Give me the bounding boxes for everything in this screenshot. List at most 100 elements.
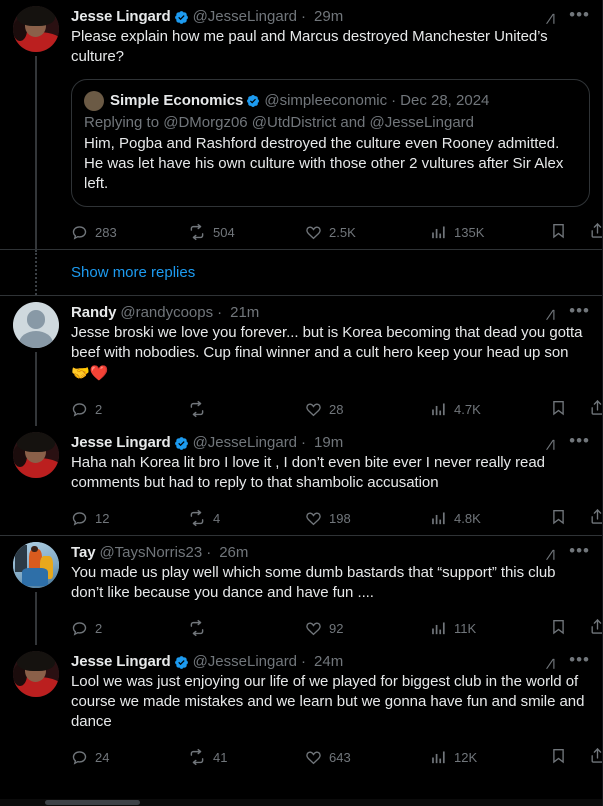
- avatar[interactable]: [13, 542, 59, 588]
- bookmark-icon: [553, 401, 564, 416]
- reply-button[interactable]: 24: [71, 749, 188, 766]
- bookmark-button[interactable]: [550, 747, 567, 767]
- grok-icon[interactable]: [542, 9, 559, 26]
- reply-button[interactable]: 283: [71, 224, 188, 241]
- like-button[interactable]: 28: [305, 401, 430, 418]
- author-handle[interactable]: @JesseLingard: [193, 7, 297, 27]
- author-handle[interactable]: @TaysNorris23: [99, 543, 202, 563]
- thread-dotted-line: [35, 250, 37, 295]
- views-icon: [430, 749, 447, 766]
- author-handle[interactable]: @randycoops: [120, 303, 213, 323]
- avatar[interactable]: [13, 302, 59, 348]
- retweet-button[interactable]: [188, 400, 305, 418]
- reply-count: 12: [95, 510, 110, 526]
- share-button[interactable]: [589, 508, 602, 528]
- timestamp[interactable]: 29m: [314, 7, 343, 27]
- author-name[interactable]: Randy: [71, 303, 116, 323]
- author-handle[interactable]: @JesseLingard: [193, 652, 297, 672]
- verified-badge-icon: [174, 10, 189, 25]
- reply-count: 283: [95, 224, 117, 240]
- tweet-actions: 24 41 643 12K: [71, 742, 602, 772]
- grok-icon[interactable]: [542, 435, 559, 452]
- avatar-gutter: [13, 432, 59, 533]
- grok-icon[interactable]: [542, 545, 559, 562]
- share-button[interactable]: [589, 747, 602, 767]
- reply-button[interactable]: 2: [71, 401, 188, 418]
- tweet-header: Randy @randycoops · 21m •••: [71, 302, 590, 323]
- horizontal-scrollbar[interactable]: [0, 799, 602, 806]
- thread-gutter: [13, 250, 59, 295]
- author-name[interactable]: Jesse Lingard: [71, 433, 171, 453]
- like-count: 643: [329, 749, 351, 765]
- like-count: 198: [329, 510, 351, 526]
- timestamp[interactable]: 26m: [219, 543, 248, 563]
- show-more-replies-link[interactable]: Show more replies: [71, 264, 195, 281]
- bookmark-icon: [553, 620, 564, 635]
- thread-connector-line: [35, 352, 37, 426]
- bookmark-button[interactable]: [550, 399, 567, 419]
- avatar-gutter: [13, 651, 59, 772]
- retweet-button[interactable]: 41: [188, 748, 305, 766]
- more-options-icon[interactable]: •••: [569, 302, 590, 321]
- timestamp[interactable]: 19m: [314, 433, 343, 453]
- more-options-icon[interactable]: •••: [569, 6, 590, 25]
- thread-connector-line: [35, 56, 37, 249]
- scrollbar-thumb[interactable]: [45, 800, 140, 805]
- reply-button[interactable]: 2: [71, 620, 188, 637]
- like-button[interactable]: 2.5K: [305, 224, 430, 241]
- author-name[interactable]: Jesse Lingard: [71, 652, 171, 672]
- more-options-icon[interactable]: •••: [569, 651, 590, 670]
- share-button[interactable]: [589, 618, 602, 638]
- avatar[interactable]: [13, 6, 59, 52]
- share-button[interactable]: [589, 222, 602, 242]
- verified-badge-icon: [174, 655, 189, 670]
- grok-icon[interactable]: [542, 305, 559, 322]
- tweet-item[interactable]: Jesse Lingard @JesseLingard · 24m ••• Lo…: [0, 645, 602, 774]
- timestamp[interactable]: 24m: [314, 652, 343, 672]
- views-button[interactable]: 4.7K: [430, 401, 550, 418]
- quoted-author-name[interactable]: Simple Economics: [110, 92, 243, 110]
- retweet-icon: [188, 223, 206, 241]
- default-avatar: [13, 302, 59, 348]
- tweet-item[interactable]: Jesse Lingard @JesseLingard · 29m ••• Pl…: [0, 0, 602, 249]
- views-button[interactable]: 4.8K: [430, 510, 550, 527]
- retweet-count: 4: [213, 510, 221, 526]
- bookmark-button[interactable]: [550, 222, 567, 242]
- retweet-button[interactable]: 504: [188, 223, 305, 241]
- author-name[interactable]: Jesse Lingard: [71, 7, 171, 27]
- quoted-tweet-text: Him, Pogba and Rashford destroyed the cu…: [84, 135, 568, 192]
- timestamp[interactable]: 21m: [230, 303, 259, 323]
- like-button[interactable]: 643: [305, 749, 430, 766]
- like-button[interactable]: 92: [305, 620, 430, 637]
- views-button[interactable]: 12K: [430, 749, 550, 766]
- tweet-item[interactable]: Tay @TaysNorris23 · 26m ••• You made us …: [0, 535, 602, 645]
- quoted-timestamp: Dec 28, 2024: [400, 92, 490, 109]
- views-button[interactable]: 11K: [430, 620, 550, 637]
- avatar[interactable]: [13, 432, 59, 478]
- tweet-item[interactable]: Jesse Lingard @JesseLingard · 19m ••• Ha…: [0, 426, 602, 535]
- views-count: 4.7K: [454, 401, 481, 417]
- author-name[interactable]: Tay: [71, 543, 96, 563]
- thread-connector-line: [35, 592, 37, 645]
- tweet-actions: 2 28 4.7K: [71, 394, 602, 424]
- avatar[interactable]: [13, 651, 59, 697]
- retweet-button[interactable]: 4: [188, 509, 305, 527]
- bookmark-button[interactable]: [550, 508, 567, 528]
- quoted-tweet-card[interactable]: Simple Economics @simpleeconomic · Dec 2…: [71, 79, 590, 207]
- bookmark-icon: [553, 224, 564, 239]
- share-button[interactable]: [589, 399, 602, 419]
- tweet-item[interactable]: Randy @randycoops · 21m ••• Jesse broski…: [0, 295, 602, 426]
- grok-icon[interactable]: [542, 654, 559, 671]
- more-options-icon[interactable]: •••: [569, 432, 590, 451]
- like-button[interactable]: 198: [305, 510, 430, 527]
- views-button[interactable]: 135K: [430, 224, 550, 241]
- quoted-author-avatar[interactable]: [84, 91, 104, 111]
- reply-icon: [71, 749, 88, 766]
- author-handle[interactable]: @JesseLingard: [193, 433, 297, 453]
- more-options-icon[interactable]: •••: [569, 542, 590, 561]
- show-more-replies-row[interactable]: Show more replies: [0, 249, 602, 295]
- bookmark-button[interactable]: [550, 618, 567, 638]
- retweet-button[interactable]: [188, 619, 305, 637]
- quoted-tweet-header: Simple Economics @simpleeconomic · Dec 2…: [84, 91, 577, 111]
- reply-button[interactable]: 12: [71, 510, 188, 527]
